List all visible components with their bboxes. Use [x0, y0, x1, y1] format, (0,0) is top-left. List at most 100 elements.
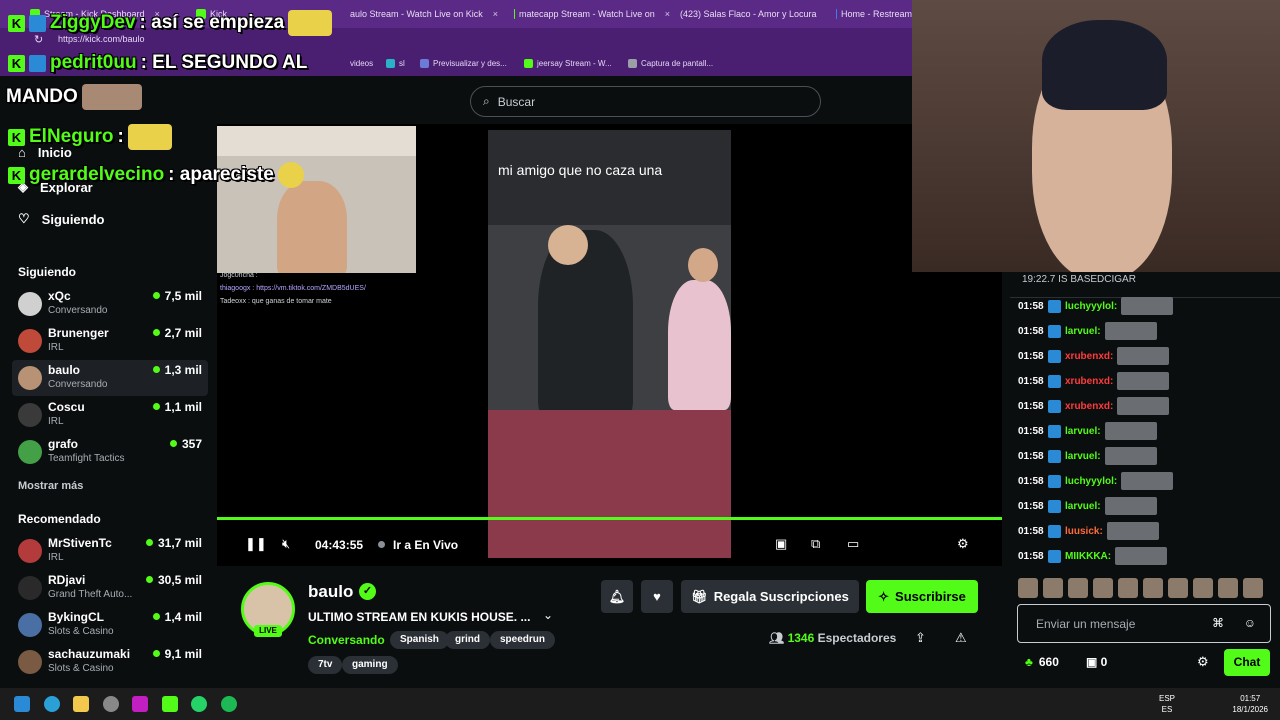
search-input[interactable]: ⌕ Buscar: [470, 86, 821, 117]
sidebar-channel[interactable]: MrStivenTc IRL 31,7 mil: [12, 533, 208, 569]
tab-baulo-stream[interactable]: aulo Stream - Watch Live on Kick ×: [350, 4, 510, 24]
bookmark-jeersay[interactable]: jeersay Stream - W...: [524, 59, 612, 68]
tag-grind[interactable]: grind: [445, 631, 490, 649]
sidebar-channel[interactable]: xQc Conversando 7,5 mil: [12, 286, 208, 322]
edge-icon[interactable]: [44, 696, 60, 712]
tag-7tv[interactable]: 7tv: [308, 656, 343, 674]
emote-icon: [1104, 447, 1157, 465]
clip-icon[interactable]: ⧉: [811, 536, 820, 552]
chat-username[interactable]: larvuel:: [1065, 501, 1101, 512]
drops-count[interactable]: ▣ 0: [1086, 655, 1107, 669]
star-icon: ✧: [878, 588, 890, 604]
channel-points[interactable]: 660: [1025, 655, 1059, 669]
tag-speedrun[interactable]: speedrun: [490, 631, 556, 649]
tab-youtube[interactable]: (423) Salas Flaco - Amor y Locura×: [676, 4, 826, 24]
follow-button[interactable]: ♥: [641, 580, 673, 613]
chat-message[interactable]: 01:58 luchyyylol:: [1018, 471, 1174, 491]
emote-icon: [1106, 522, 1159, 540]
chat-username[interactable]: luchyyylol:: [1065, 301, 1117, 312]
close-icon[interactable]: ×: [493, 9, 498, 19]
app-icon[interactable]: [132, 696, 148, 712]
emote-icon: [1121, 472, 1174, 490]
gift-icon: 🎁︎: [691, 588, 708, 604]
tab-matecapp-stream[interactable]: matecapp Stream - Watch Live on ×: [514, 4, 670, 24]
chat-message[interactable]: 01:58 larvuel:: [1018, 421, 1157, 441]
chat-username[interactable]: xrubenxd:: [1065, 376, 1113, 387]
tab-restream[interactable]: Home - Restream: [836, 4, 912, 24]
command-icon[interactable]: ⌘: [1212, 616, 1224, 630]
obs-icon[interactable]: [103, 696, 119, 712]
chat-message[interactable]: 01:58 MIIKKKA:: [1018, 546, 1168, 566]
kick-icon[interactable]: [162, 696, 178, 712]
chat-message[interactable]: 01:58 luchyyylol:: [1018, 296, 1174, 316]
spotify-icon[interactable]: [221, 696, 237, 712]
report-icon[interactable]: ⚠: [955, 630, 967, 646]
message-time: 01:58: [1018, 475, 1044, 487]
bookmark-sl[interactable]: sl: [386, 59, 405, 68]
sidebar-channel[interactable]: sachauzumaki Slots & Casino 9,1 mil: [12, 644, 208, 680]
emote-icon: [1104, 497, 1157, 515]
avatar: [18, 292, 42, 316]
streamer-name[interactable]: baulo: [308, 582, 353, 602]
share-icon[interactable]: ⇪: [915, 630, 926, 646]
sidebar-channel[interactable]: Coscu IRL 1,1 mil: [12, 397, 208, 433]
tag-spanish[interactable]: Spanish: [390, 631, 449, 649]
language-indicator[interactable]: ESP ES: [1159, 693, 1175, 715]
bookmark-videos[interactable]: videos: [350, 59, 373, 68]
whatsapp-icon[interactable]: [191, 696, 207, 712]
notification-button[interactable]: 🔔︎: [601, 580, 633, 613]
chat-message[interactable]: 01:58 xrubenxd:: [1018, 346, 1170, 366]
sidebar-channel[interactable]: Brunenger IRL 2,7 mil: [12, 323, 208, 359]
tag-gaming[interactable]: gaming: [342, 656, 398, 674]
bookmark-captura[interactable]: Captura de pantall...: [628, 59, 713, 68]
chat-message[interactable]: 01:58 larvuel:: [1018, 496, 1157, 516]
chat-message[interactable]: 01:58 larvuel:: [1018, 446, 1157, 466]
miniplayer-icon[interactable]: ▣: [775, 536, 787, 552]
chat-message[interactable]: 01:58 luusick:: [1018, 521, 1159, 541]
chat-username[interactable]: MIIKKKA:: [1065, 551, 1111, 562]
chat-message[interactable]: 01:58 xrubenxd:: [1018, 396, 1170, 416]
chevron-down-icon[interactable]: ⌄: [543, 608, 553, 622]
chat-username[interactable]: larvuel:: [1065, 426, 1101, 437]
viewer-count: 1,3 mil: [153, 363, 202, 377]
chat-message[interactable]: 01:58 xrubenxd:: [1018, 371, 1170, 391]
chat-username[interactable]: larvuel:: [1065, 326, 1101, 337]
clock[interactable]: 01:57 18/1/2026: [1232, 693, 1268, 715]
windows-start-icon[interactable]: [14, 696, 30, 712]
gift-subs-button[interactable]: 🎁︎ Regala Suscripciones: [681, 580, 859, 613]
emoji-icon[interactable]: ☺: [1244, 616, 1256, 630]
badge-icon: [1048, 349, 1061, 363]
emote-bar[interactable]: [1018, 578, 1273, 600]
bookmark-previsualizar[interactable]: Previsualizar y des...: [420, 59, 507, 68]
chat-username[interactable]: luusick:: [1065, 526, 1103, 537]
chat-username[interactable]: larvuel:: [1065, 451, 1101, 462]
mute-icon[interactable]: 🔇︎: [282, 536, 290, 552]
pause-icon[interactable]: ❚❚: [245, 536, 267, 552]
player-controls: ❚❚ 🔇︎ 04:43:55 Ir a En Vivo ▣ ⧉ ▭ ⚙: [217, 530, 1002, 560]
close-icon[interactable]: ×: [665, 9, 670, 19]
sidebar-channel[interactable]: grafo Teamfight Tactics 357: [12, 434, 208, 470]
emote-icon: [1115, 547, 1168, 565]
progress-bar[interactable]: [217, 517, 1002, 520]
stream-category[interactable]: Conversando: [308, 633, 385, 647]
pinned-message[interactable]: 19:22.7 IS BASEDCIGAR: [1010, 272, 1280, 298]
folder-icon[interactable]: [73, 696, 89, 712]
chat-message[interactable]: 01:58 larvuel:: [1018, 321, 1157, 341]
go-live-button[interactable]: Ir a En Vivo: [378, 538, 458, 552]
chat-settings-icon[interactable]: ⚙: [1197, 654, 1209, 670]
settings-icon[interactable]: ⚙: [957, 536, 969, 552]
emote-icon: [1117, 397, 1170, 415]
chat-input[interactable]: Enviar un mensaje ⌘ ☺: [1017, 604, 1271, 643]
verified-icon: ✓: [359, 583, 376, 600]
chat-username[interactable]: xrubenxd:: [1065, 351, 1113, 362]
sidebar-channel[interactable]: BykingCL Slots & Casino 1,4 mil: [12, 607, 208, 643]
sidebar-channel[interactable]: RDjavi Grand Theft Auto... 30,5 mil: [12, 570, 208, 606]
chat-username[interactable]: xrubenxd:: [1065, 401, 1113, 412]
nav-siguiendo[interactable]: ♡ Siguiendo: [18, 211, 105, 227]
chat-username[interactable]: luchyyylol:: [1065, 476, 1117, 487]
subscribe-button[interactable]: ✧ Suscribirse: [866, 580, 978, 613]
chat-send-button[interactable]: Chat: [1224, 649, 1270, 676]
sidebar-channel[interactable]: baulo Conversando 1,3 mil: [12, 360, 208, 396]
show-more-link[interactable]: Mostrar más: [18, 480, 83, 492]
theater-icon[interactable]: ▭: [847, 536, 859, 552]
